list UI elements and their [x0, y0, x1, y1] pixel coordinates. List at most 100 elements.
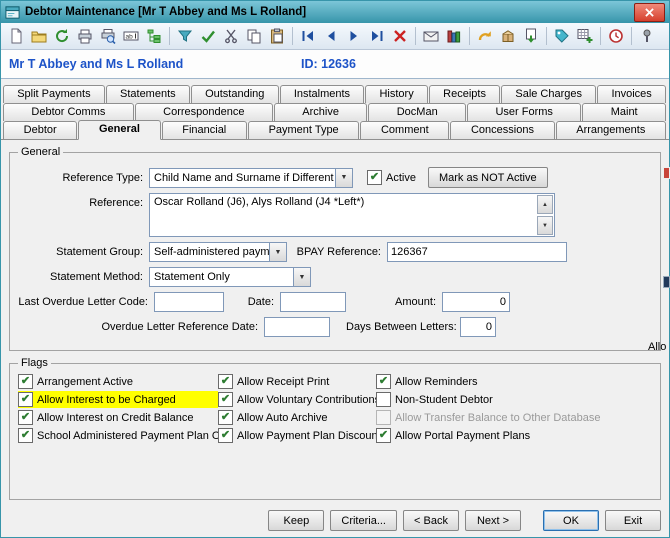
last-record-icon[interactable]: [367, 26, 387, 46]
tab-outstanding[interactable]: Outstanding: [190, 85, 279, 103]
pin-icon[interactable]: [637, 26, 657, 46]
bpay-reference-label: BPAY Reference:: [296, 246, 381, 258]
spinner-down-icon[interactable]: ▼: [537, 216, 553, 235]
checkbox-school-administered-payment-plan-only[interactable]: ✔ School Administered Payment Plan Only: [18, 427, 218, 444]
date-input[interactable]: [280, 292, 346, 312]
tab-payment-type[interactable]: Payment Type: [247, 121, 360, 139]
grid-add-icon[interactable]: [575, 26, 595, 46]
tab-financial[interactable]: Financial: [161, 121, 247, 139]
flags-columns: ✔ Arrangement Active ✔ Allow Interest to be…: [18, 373, 652, 491]
window-titlebar[interactable]: Debtor Maintenance [Mr T Abbey and Ms L …: [1, 1, 669, 23]
tab-general[interactable]: General: [78, 120, 161, 140]
tab-history[interactable]: History: [365, 85, 428, 103]
chevron-down-icon[interactable]: ▼: [335, 168, 352, 187]
tab-concessions[interactable]: Concessions: [450, 121, 555, 139]
tab-archive[interactable]: Archive: [273, 103, 368, 121]
criteria-button[interactable]: Criteria...: [330, 510, 397, 531]
tab-instalments[interactable]: Instalments: [279, 85, 365, 103]
tab-maint[interactable]: Maint: [582, 103, 667, 121]
reference-type-select[interactable]: Child Name and Surname if Different ▼: [149, 167, 353, 188]
toolbar: ab: [1, 23, 669, 50]
checkbox-allow-auto-archive[interactable]: ✔ Allow Auto Archive: [218, 409, 376, 426]
chevron-down-icon[interactable]: ▼: [269, 243, 286, 261]
close-button[interactable]: [634, 2, 665, 22]
checkbox-allow-reminders[interactable]: ✔ Allow Reminders: [376, 373, 638, 390]
refresh-icon[interactable]: [52, 26, 72, 46]
paste-icon[interactable]: [267, 26, 287, 46]
checkbox-non-student-debtor[interactable]: Non-Student Debtor: [376, 391, 638, 408]
ok-button[interactable]: OK: [543, 510, 599, 531]
statement-method-select[interactable]: Statement Only ▼: [149, 267, 311, 287]
tab-user-forms[interactable]: User Forms: [467, 103, 582, 121]
tab-correspondence[interactable]: Correspondence: [134, 103, 273, 121]
field-abl-icon[interactable]: ab: [121, 26, 141, 46]
books-icon[interactable]: [444, 26, 464, 46]
first-record-icon[interactable]: [298, 26, 318, 46]
next-button[interactable]: Next >: [465, 510, 521, 531]
checkbox-allow-interest-to-be-charged[interactable]: ✔ Allow Interest to be Charged: [18, 391, 218, 408]
spinner-up-icon[interactable]: ▲: [537, 195, 553, 214]
checkbox-active[interactable]: ✔ Active: [367, 170, 416, 185]
back-button[interactable]: < Back: [403, 510, 459, 531]
next-record-icon[interactable]: [344, 26, 364, 46]
checkbox-allow-voluntary-contributions[interactable]: ✔ Allow Voluntary Contributions: [218, 391, 376, 408]
exit-button[interactable]: Exit: [605, 510, 661, 531]
tab-invoices[interactable]: Invoices: [597, 85, 667, 103]
overdue-letter-reference-date-input[interactable]: [264, 317, 330, 337]
checkbox-allow-receipt-print[interactable]: ✔ Allow Receipt Print: [218, 373, 376, 390]
export-download-icon[interactable]: [521, 26, 541, 46]
days-between-letters-input[interactable]: 0: [460, 317, 496, 337]
mark-as-not-active-button[interactable]: Mark as NOT Active: [427, 167, 548, 188]
envelope-icon[interactable]: [421, 26, 441, 46]
tab-sale-charges[interactable]: Sale Charges: [501, 85, 597, 103]
last-overdue-letter-code-input[interactable]: [154, 292, 224, 312]
delete-record-icon[interactable]: [390, 26, 410, 46]
copy-icon[interactable]: [244, 26, 264, 46]
tab-comment[interactable]: Comment: [360, 121, 450, 139]
tab-arrangements[interactable]: Arrangements: [555, 121, 666, 139]
chevron-down-icon[interactable]: ▼: [293, 268, 310, 286]
tree-view-icon[interactable]: [144, 26, 164, 46]
cut-icon[interactable]: [221, 26, 241, 46]
toolbar-separator: [415, 27, 416, 45]
checkbox-arrangement-active[interactable]: ✔ Arrangement Active: [18, 373, 218, 390]
days-between-letters-label: Days Between Letters:: [346, 321, 457, 333]
open-folder-icon[interactable]: [29, 26, 49, 46]
print-preview-icon[interactable]: [98, 26, 118, 46]
confirm-check-icon[interactable]: [198, 26, 218, 46]
bpay-reference-input[interactable]: 126367: [387, 242, 567, 262]
reference-input[interactable]: Oscar Rolland (J6), Alys Rolland (J4 *Le…: [149, 193, 555, 237]
checkbox-icon: ✔: [218, 392, 233, 407]
checkbox-allow-portal-payment-plans[interactable]: ✔ Allow Portal Payment Plans: [376, 427, 638, 444]
toolbar-separator: [292, 27, 293, 45]
checkbox-icon: ✔: [18, 428, 33, 443]
window-title: Debtor Maintenance [Mr T Abbey and Ms L …: [25, 6, 307, 18]
package-box-icon[interactable]: [498, 26, 518, 46]
checkbox-icon: [376, 392, 391, 407]
statement-group-select[interactable]: Self-administered payment ▼: [149, 242, 287, 262]
tab-docman[interactable]: DocMan: [368, 103, 467, 121]
history-clock-icon[interactable]: [606, 26, 626, 46]
overdue-letter-reference-date-label: Overdue Letter Reference Date:: [101, 321, 258, 333]
tab-receipts[interactable]: Receipts: [428, 85, 501, 103]
new-document-icon[interactable]: [6, 26, 26, 46]
tab-statements[interactable]: Statements: [105, 85, 190, 103]
funnel-filter-icon[interactable]: [175, 26, 195, 46]
print-icon[interactable]: [75, 26, 95, 46]
debtor-maintenance-window: Debtor Maintenance [Mr T Abbey and Ms L …: [0, 0, 670, 538]
undo-arrow-icon[interactable]: [475, 26, 495, 46]
keep-button[interactable]: Keep: [268, 510, 325, 531]
flag-label: Allow Auto Archive: [237, 411, 328, 424]
checkbox-allow-interest-on-credit-balance[interactable]: ✔ Allow Interest on Credit Balance: [18, 409, 218, 426]
statement-method-value: Statement Only: [154, 271, 230, 283]
tab-debtor[interactable]: Debtor: [3, 121, 78, 139]
general-groupbox: General Reference Type: Child Name and S…: [9, 146, 661, 351]
toolbar-separator: [631, 27, 632, 45]
prev-record-icon[interactable]: [321, 26, 341, 46]
tab-debtor-comms[interactable]: Debtor Comms: [3, 103, 134, 121]
tag-label-icon[interactable]: [552, 26, 572, 46]
tab-split-payments[interactable]: Split Payments: [3, 85, 105, 103]
statement-method-label: Statement Method:: [50, 271, 143, 283]
checkbox-allow-payment-plan-discount[interactable]: ✔ Allow Payment Plan Discount: [218, 427, 376, 444]
amount-input[interactable]: 0: [442, 292, 510, 312]
